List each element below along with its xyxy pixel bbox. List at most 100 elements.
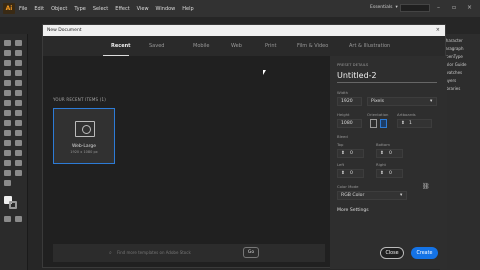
menu-view[interactable]: View <box>137 6 149 12</box>
go-button[interactable]: Go <box>243 247 259 258</box>
top-label: Top <box>337 142 344 147</box>
selection-tool-icon[interactable] <box>4 40 11 46</box>
draw-normal-icon[interactable] <box>4 216 11 222</box>
dialog-title: New Document <box>47 28 82 33</box>
landscape-icon[interactable] <box>380 119 387 128</box>
height-field[interactable]: 1080 <box>337 119 362 128</box>
artboards-value: 1 <box>409 121 412 126</box>
menu-edit[interactable]: Edit <box>34 6 44 12</box>
pen-tool-icon[interactable] <box>4 60 11 66</box>
panel-paragraph[interactable]: Paragraph <box>443 46 464 51</box>
workspace-switcher[interactable]: Essentials ▾ <box>370 5 398 10</box>
document-name-field[interactable]: Untitled-2 <box>337 71 377 80</box>
tab-saved[interactable]: Saved <box>149 43 164 49</box>
lasso-tool-icon[interactable] <box>15 50 22 56</box>
artboards-field[interactable]: ⬍ 1 <box>397 119 432 128</box>
stepper-icon: ⬍ <box>341 171 345 176</box>
shaper-tool-icon[interactable] <box>4 90 11 96</box>
bleed-right-field[interactable]: ⬍ 0 <box>376 169 403 178</box>
rectangle-tool-icon[interactable] <box>4 80 11 86</box>
pencil-tool-icon[interactable] <box>15 90 22 96</box>
bleed-left-field[interactable]: ⬍ 0 <box>337 169 364 178</box>
template-search-bar: ⌕ Find more templates on Adobe Stock Go <box>53 244 325 262</box>
orientation-label: Orientation <box>367 112 389 117</box>
shape-builder-tool-icon[interactable] <box>15 120 22 126</box>
line-tool-icon[interactable] <box>15 70 22 76</box>
type-tool-icon[interactable] <box>4 70 11 76</box>
tab-art-illustration[interactable]: Art & Illustration <box>349 43 390 49</box>
scale-tool-icon[interactable] <box>4 110 11 116</box>
menu-type[interactable]: Type <box>74 6 85 12</box>
paintbrush-tool-icon[interactable] <box>15 80 22 86</box>
illustrator-logo: Ai <box>3 3 15 14</box>
bleed-bottom-field[interactable]: ⬍ 0 <box>376 149 403 158</box>
eraser-tool-icon[interactable] <box>4 100 11 106</box>
stroke-swatch-icon[interactable] <box>9 201 17 209</box>
column-graph-tool-icon[interactable] <box>4 160 11 166</box>
gradient-tool-icon[interactable] <box>4 140 11 146</box>
preset-details-panel: PRESET DETAILS Untitled-2 Width 1920 Pix… <box>330 56 447 269</box>
magic-wand-tool-icon[interactable] <box>4 50 11 56</box>
help-search-input[interactable] <box>400 4 430 12</box>
tab-film-video[interactable]: Film & Video <box>297 43 328 49</box>
create-button[interactable]: Create <box>411 247 438 259</box>
portrait-icon[interactable] <box>370 119 377 128</box>
stepper-icon: ⬍ <box>380 151 384 156</box>
close-button[interactable]: Close <box>380 247 404 259</box>
recent-item-dims: 1920 x 1080 px <box>70 150 98 154</box>
zoom-tool-icon[interactable] <box>4 180 11 186</box>
perspective-grid-tool-icon[interactable] <box>4 130 11 136</box>
tab-mobile[interactable]: Mobile <box>193 43 209 49</box>
symbol-sprayer-tool-icon[interactable] <box>15 150 22 156</box>
window-close-icon[interactable]: × <box>467 4 472 11</box>
close-icon[interactable]: × <box>436 27 440 33</box>
screen-mode-icon[interactable] <box>15 216 22 222</box>
bleed-bottom-value: 0 <box>389 151 392 156</box>
direct-selection-tool-icon[interactable] <box>15 40 22 46</box>
workspace-label: Essentials <box>370 5 393 10</box>
tab-recent[interactable]: Recent <box>111 43 131 49</box>
chevron-down-icon: ▾ <box>395 5 398 10</box>
bottom-label: Bottom <box>376 142 390 147</box>
recent-item-card[interactable]: Web-Large 1920 x 1080 px <box>53 108 115 164</box>
menu-effect[interactable]: Effect <box>115 6 129 12</box>
menu-help[interactable]: Help <box>182 6 193 12</box>
units-select[interactable]: Pixels ▾ <box>367 97 437 106</box>
free-transform-tool-icon[interactable] <box>4 120 11 126</box>
menu-select[interactable]: Select <box>93 6 108 12</box>
width-value: 1920 <box>341 99 353 104</box>
stepper-icon: ⬍ <box>341 151 345 156</box>
left-label: Left <box>337 162 345 167</box>
curvature-tool-icon[interactable] <box>15 60 22 66</box>
stepper-icon: ⬍ <box>380 171 384 176</box>
menu-window[interactable]: Window <box>156 6 176 12</box>
menu-file[interactable]: File <box>19 6 27 12</box>
bleed-right-value: 0 <box>389 171 392 176</box>
width-field[interactable]: 1920 <box>337 97 362 106</box>
search-icon: ⌕ <box>109 250 112 256</box>
hand-tool-icon[interactable] <box>15 170 22 176</box>
warp-tool-icon[interactable] <box>15 110 22 116</box>
artboard-tool-icon[interactable] <box>15 160 22 166</box>
minimize-icon[interactable]: – <box>437 4 440 11</box>
menu-object[interactable]: Object <box>51 6 67 12</box>
blend-tool-icon[interactable] <box>4 150 11 156</box>
maximize-icon[interactable]: ▫ <box>452 4 456 11</box>
mesh-tool-icon[interactable] <box>15 130 22 136</box>
right-label: Right <box>376 162 386 167</box>
eyedropper-tool-icon[interactable] <box>15 140 22 146</box>
recent-item-name: Web-Large <box>71 144 97 149</box>
more-settings-link[interactable]: More Settings <box>337 208 369 213</box>
bleed-top-field[interactable]: ⬍ 0 <box>337 149 364 158</box>
new-document-dialog: New Document × Recent Saved Mobile Web P… <box>42 24 447 269</box>
color-mode-label: Color Mode <box>337 184 359 189</box>
height-label: Height <box>337 112 350 117</box>
color-mode-select[interactable]: RGB Color ▾ <box>337 191 407 200</box>
rotate-tool-icon[interactable] <box>15 100 22 106</box>
template-search-input[interactable]: Find more templates on Adobe Stock <box>117 250 191 255</box>
link-icon[interactable]: ⛓ <box>422 183 430 190</box>
units-value: Pixels <box>371 99 385 104</box>
tab-print[interactable]: Print <box>265 43 277 49</box>
tab-web[interactable]: Web <box>231 43 242 49</box>
slice-tool-icon[interactable] <box>4 170 11 176</box>
